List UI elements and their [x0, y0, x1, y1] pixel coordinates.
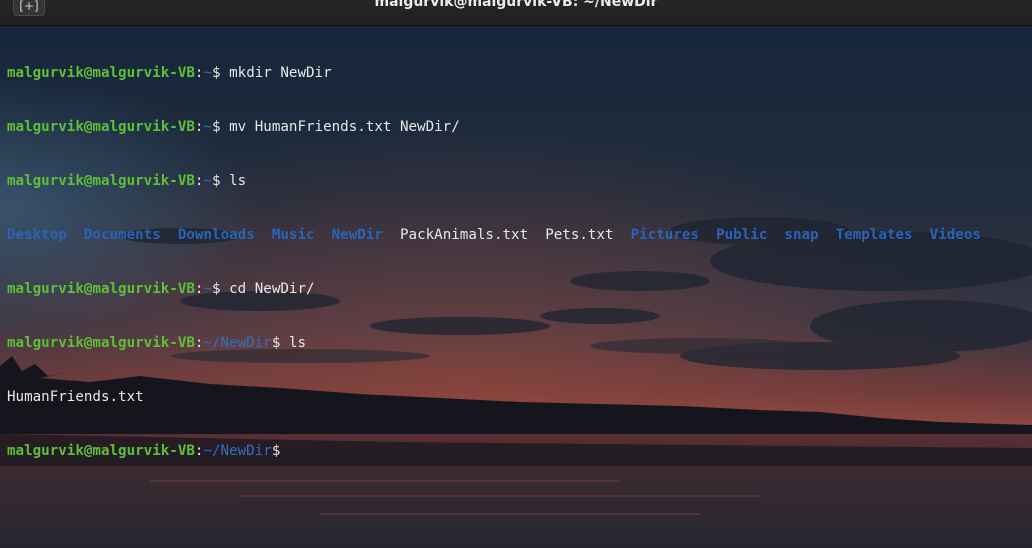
command-text: ls — [229, 173, 247, 189]
prompt-path: ~/NewDir — [203, 335, 272, 351]
title-bar: [+] malgurvik@malgurvik-VB: ~/NewDir — [0, 0, 1032, 26]
ls-entry-directory: snap — [784, 227, 819, 243]
prompt-user-host: malgurvik@malgurvik-VB — [7, 443, 195, 459]
prompt-path: ~/NewDir — [203, 443, 272, 459]
ls-entry-file: Pets.txt — [545, 227, 614, 243]
ls-entry-directory: Pictures — [630, 227, 699, 243]
prompt-path: ~ — [203, 65, 213, 81]
ls-output-home: Desktop Documents Downloads Music NewDir… — [7, 226, 981, 244]
prompt-path: ~ — [203, 119, 213, 135]
ls-entry-directory: Templates — [835, 227, 913, 243]
window-title: malgurvik@malgurvik-VB: ~/NewDir — [374, 0, 658, 10]
prompt-path: ~ — [203, 173, 213, 189]
ls-entry-file: HumanFriends.txt — [7, 389, 144, 405]
prompt-user-host: malgurvik@malgurvik-VB — [7, 281, 195, 297]
prompt-line: malgurvik@malgurvik-VB:~$ mkdir NewDir — [7, 65, 332, 81]
ls-entry-directory: Videos — [929, 227, 981, 243]
terminal-window: [+] malgurvik@malgurvik-VB: ~/NewDir mal… — [0, 0, 1032, 548]
prompt-user-host: malgurvik@malgurvik-VB — [7, 65, 195, 81]
ls-entry-directory: Desktop — [7, 227, 67, 243]
prompt-line: malgurvik@malgurvik-VB:~$ cd NewDir/ — [7, 281, 315, 297]
ls-entry-directory: NewDir — [331, 227, 383, 243]
ls-output-newdir: HumanFriends.txt — [7, 388, 981, 406]
command-text: ls — [288, 335, 306, 351]
terminal-output[interactable]: malgurvik@malgurvik-VB:~$ mkdir NewDir m… — [7, 28, 981, 496]
prompt-user-host: malgurvik@malgurvik-VB — [7, 119, 195, 135]
ls-entry-directory: Music — [271, 227, 315, 243]
command-text: mv HumanFriends.txt NewDir/ — [229, 119, 460, 135]
prompt-line: malgurvik@malgurvik-VB:~/NewDir$ ls — [7, 335, 306, 351]
prompt-user-host: malgurvik@malgurvik-VB — [7, 335, 195, 351]
active-prompt-line[interactable]: malgurvik@malgurvik-VB:~/NewDir$ — [7, 442, 981, 460]
prompt-line: malgurvik@malgurvik-VB:~$ mv HumanFriend… — [7, 119, 460, 135]
command-text: mkdir NewDir — [229, 65, 332, 81]
ls-entry-file: PackAnimals.txt — [399, 227, 529, 243]
command-text: cd NewDir/ — [229, 281, 315, 297]
prompt-user-host: malgurvik@malgurvik-VB — [7, 173, 195, 189]
ls-entry-directory: Documents — [83, 227, 161, 243]
ls-entry-directory: Downloads — [177, 227, 255, 243]
ls-entry-directory: Public — [716, 227, 768, 243]
prompt-path: ~ — [203, 281, 213, 297]
prompt-line: malgurvik@malgurvik-VB:~$ ls — [7, 173, 247, 189]
